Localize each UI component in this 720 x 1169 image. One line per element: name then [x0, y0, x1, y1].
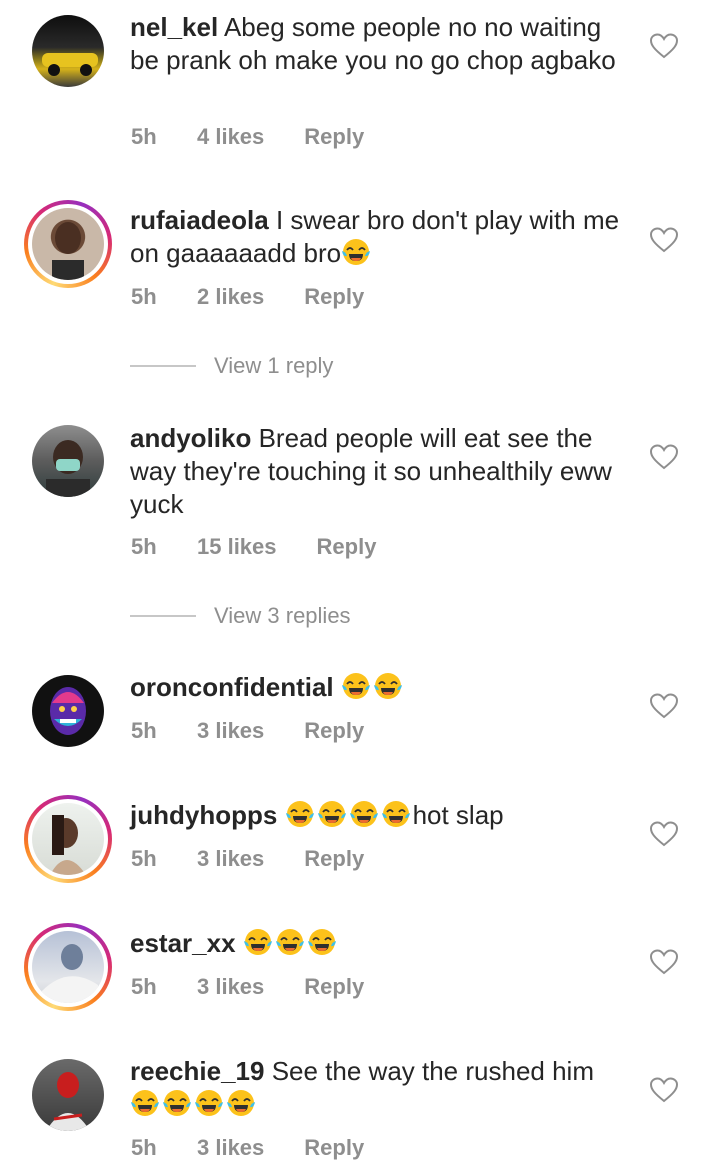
likes-count[interactable]: 2 likes	[197, 284, 264, 310]
likes-count[interactable]: 15 likes	[197, 534, 277, 560]
heart-icon[interactable]	[650, 227, 678, 253]
comment-text: juhdyhopps hot slap	[130, 799, 504, 830]
timestamp: 5h	[131, 846, 157, 871]
reply-button[interactable]: Reply	[304, 124, 364, 150]
likes-count[interactable]: 3 likes	[197, 846, 264, 872]
likes-count[interactable]: 4 likes	[197, 124, 264, 150]
heart-icon[interactable]	[650, 444, 678, 470]
timestamp: 5h	[131, 124, 157, 149]
comment-text: nel_kel Abeg some people no no waiting b…	[130, 12, 616, 75]
avatar[interactable]	[24, 200, 112, 288]
reply-button[interactable]: Reply	[304, 974, 364, 1000]
comment-text: andyoliko Bread people will eat see the …	[130, 423, 612, 519]
heart-icon[interactable]	[650, 33, 678, 59]
heart-icon[interactable]	[650, 1077, 678, 1103]
avatar[interactable]	[32, 15, 104, 87]
username[interactable]: andyoliko	[130, 423, 251, 453]
timestamp: 5h	[131, 718, 157, 743]
comment-text: reechie_19 See the way the rushed him	[130, 1055, 630, 1121]
avatar[interactable]	[24, 795, 112, 883]
comment-meta: 5h 3 likes Reply	[131, 1135, 364, 1161]
comment-text: rufaiadeola I swear bro don't play with …	[130, 205, 620, 268]
avatar[interactable]	[32, 675, 104, 747]
joy-emoji-icon	[162, 1088, 192, 1118]
avatar[interactable]	[32, 425, 104, 497]
comment-meta: 5h 4 likes Reply	[131, 124, 364, 150]
joy-emoji-icon	[349, 799, 379, 829]
username[interactable]: oronconfidential	[130, 672, 334, 702]
timestamp: 5h	[131, 974, 157, 999]
view-replies[interactable]: View 1 reply	[130, 351, 333, 381]
comment-meta: 5h 15 likes Reply	[131, 534, 376, 560]
comments-screen: nel_kel Abeg some people no no waiting b…	[0, 0, 720, 1169]
divider	[130, 365, 196, 367]
heart-icon[interactable]	[650, 821, 678, 847]
avatar[interactable]	[32, 1059, 104, 1131]
joy-emoji-icon	[285, 799, 315, 829]
divider	[130, 615, 196, 617]
reply-button[interactable]: Reply	[304, 284, 364, 310]
username[interactable]: nel_kel	[130, 12, 218, 42]
timestamp: 5h	[131, 1135, 157, 1160]
comment-text: estar_xx	[130, 927, 630, 960]
likes-count[interactable]: 3 likes	[197, 1135, 264, 1161]
joy-emoji-icon	[243, 927, 273, 957]
view-replies[interactable]: View 3 replies	[130, 601, 351, 631]
reply-button[interactable]: Reply	[304, 846, 364, 872]
reply-button[interactable]: Reply	[304, 718, 364, 744]
likes-count[interactable]: 3 likes	[197, 718, 264, 744]
timestamp: 5h	[131, 534, 157, 559]
username[interactable]: rufaiadeola	[130, 205, 269, 235]
joy-emoji-icon	[341, 671, 371, 701]
likes-count[interactable]: 3 likes	[197, 974, 264, 1000]
comment-meta: 5h 3 likes Reply	[131, 846, 364, 872]
comment-meta: 5h 3 likes Reply	[131, 974, 364, 1000]
username[interactable]: juhdyhopps	[130, 800, 277, 830]
joy-emoji-icon	[381, 799, 411, 829]
view-replies-label[interactable]: View 1 reply	[214, 353, 333, 379]
joy-emoji-icon	[226, 1088, 256, 1118]
joy-emoji-icon	[130, 1088, 160, 1118]
comment-text: oronconfidential	[130, 671, 630, 704]
view-replies-label[interactable]: View 3 replies	[214, 603, 351, 629]
heart-icon[interactable]	[650, 949, 678, 975]
reply-button[interactable]: Reply	[304, 1135, 364, 1161]
reply-button[interactable]: Reply	[317, 534, 377, 560]
comment-meta: 5h 3 likes Reply	[131, 718, 364, 744]
joy-emoji-icon	[194, 1088, 224, 1118]
joy-emoji-icon	[341, 237, 371, 267]
joy-emoji-icon	[307, 927, 337, 957]
comment-meta: 5h 2 likes Reply	[131, 284, 364, 310]
joy-emoji-icon	[317, 799, 347, 829]
joy-emoji-icon	[275, 927, 305, 957]
timestamp: 5h	[131, 284, 157, 309]
heart-icon[interactable]	[650, 693, 678, 719]
username[interactable]: estar_xx	[130, 928, 236, 958]
username[interactable]: reechie_19	[130, 1056, 264, 1086]
joy-emoji-icon	[373, 671, 403, 701]
avatar[interactable]	[24, 923, 112, 1011]
